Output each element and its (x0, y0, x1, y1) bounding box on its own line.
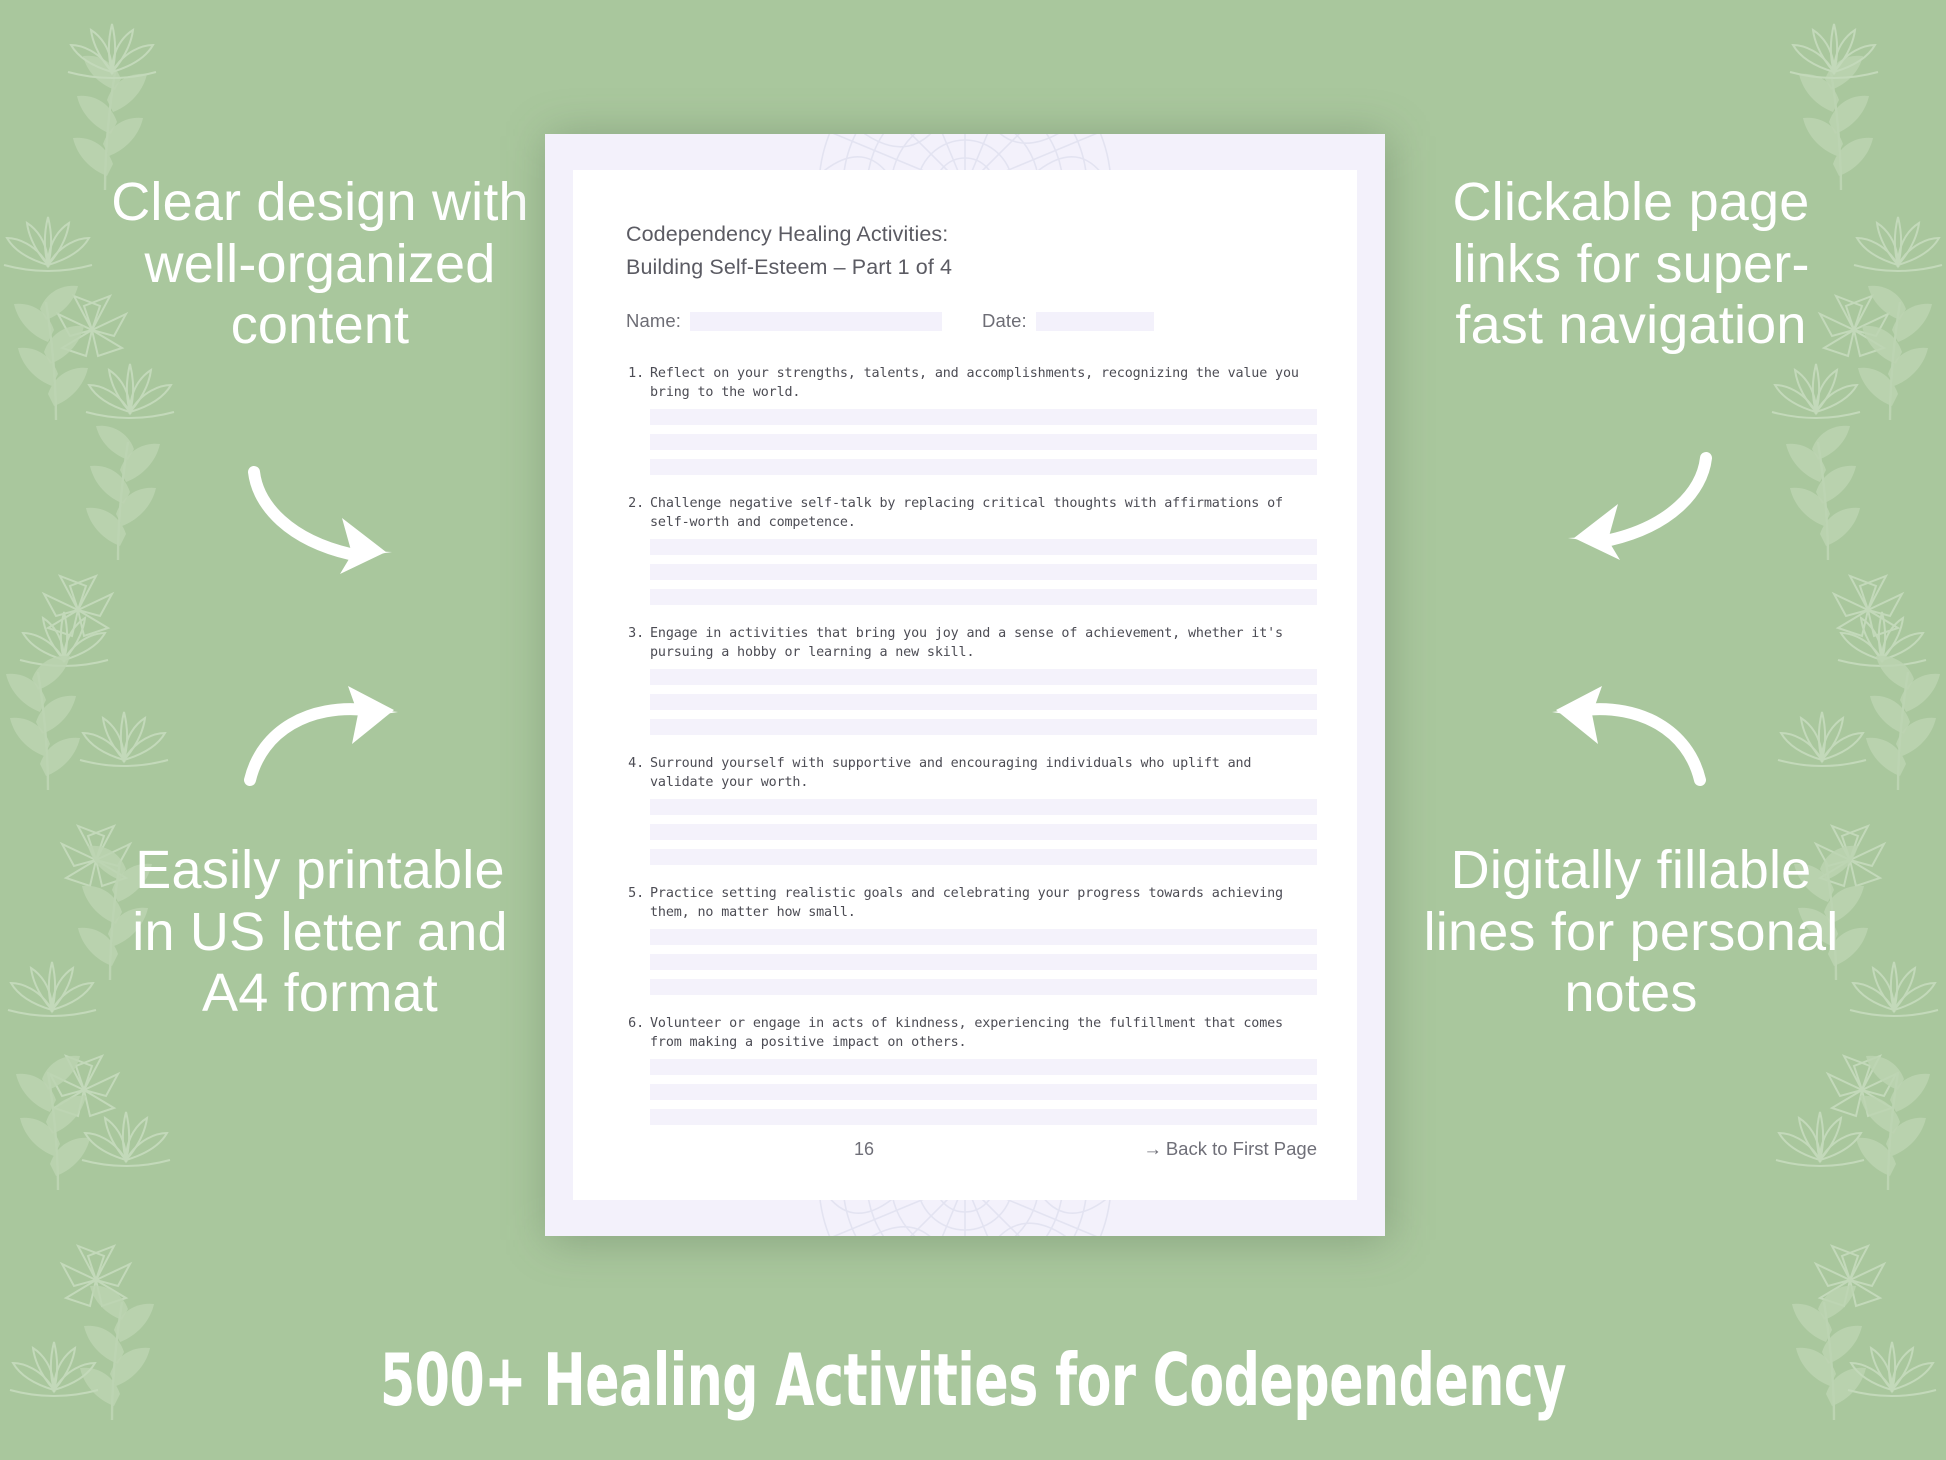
curved-arrow-up-left-icon (1552, 686, 1706, 786)
back-to-first-page-link[interactable]: → Back to First Page (1143, 1138, 1317, 1160)
activity-number: 2. (628, 496, 644, 512)
fillable-line[interactable] (650, 979, 1317, 996)
activity-item: 3. Engage in activities that bring you jo… (626, 625, 1317, 736)
activity-prompt: 2. Challenge negative self-talk by replac… (626, 495, 1317, 532)
fillable-line[interactable] (650, 539, 1317, 556)
activity-item: 2. Challenge negative self-talk by replac… (626, 495, 1317, 606)
page-number: 16 (854, 1138, 875, 1159)
curved-arrow-down-right-icon (248, 466, 392, 574)
name-input[interactable] (690, 311, 942, 331)
worksheet-title-line-1: Codependency Healing Activities: (626, 222, 949, 246)
caption-easily-printable: Easily printable in US letter and A4 for… (132, 840, 508, 1024)
activity-number: 1. (628, 366, 644, 382)
activity-item: 1. Reflect on your strengths, talents, an… (626, 365, 1317, 476)
name-label: Name: (626, 310, 681, 332)
activity-number: 6. (628, 1016, 644, 1032)
fillable-line[interactable] (650, 1084, 1317, 1101)
promo-banner-title: 500+ Healing Activities for Codependency (379, 1338, 1567, 1422)
activity-text: Volunteer or engage in acts of kindness,… (650, 1016, 1283, 1050)
fillable-lines-group (650, 1059, 1317, 1126)
activity-number: 4. (628, 756, 644, 772)
activity-prompt: 5. Practice setting realistic goals and c… (626, 885, 1317, 922)
fillable-line[interactable] (650, 669, 1317, 686)
activity-text: Challenge negative self-talk by replacin… (650, 496, 1283, 530)
activity-item: 5. Practice setting realistic goals and c… (626, 885, 1317, 996)
activity-prompt: 4. Surround yourself with supportive and … (626, 755, 1317, 792)
date-input[interactable] (1035, 311, 1154, 331)
activity-prompt: 6. Volunteer or engage in acts of kindnes… (626, 1015, 1317, 1052)
activity-list: 1. Reflect on your strengths, talents, an… (626, 365, 1317, 1126)
activity-item: 6. Volunteer or engage in acts of kindnes… (626, 1015, 1317, 1126)
worksheet-footer: 16 → Back to First Page (626, 1138, 1317, 1160)
activity-text: Surround yourself with supportive and en… (650, 756, 1252, 790)
activity-item: 4. Surround yourself with supportive and … (626, 755, 1317, 866)
activity-text: Practice setting realistic goals and cel… (650, 886, 1283, 920)
fillable-line[interactable] (650, 434, 1317, 451)
worksheet-page: Codependency Healing Activities: Buildin… (573, 170, 1357, 1200)
activity-prompt: 1. Reflect on your strengths, talents, an… (626, 365, 1317, 402)
activity-number: 3. (628, 626, 644, 642)
fillable-lines-group (650, 669, 1317, 736)
fillable-line[interactable] (650, 694, 1317, 711)
fillable-line[interactable] (650, 849, 1317, 866)
curved-arrow-down-left-icon (1568, 452, 1712, 560)
fillable-lines-group (650, 539, 1317, 606)
fillable-line[interactable] (650, 799, 1317, 816)
activity-number: 5. (628, 886, 644, 902)
document-preview[interactable]: Codependency Healing Activities: Buildin… (545, 134, 1385, 1236)
date-label: Date: (982, 310, 1027, 332)
curved-arrow-up-right-icon (244, 686, 398, 786)
worksheet-title: Codependency Healing Activities: Buildin… (626, 218, 1317, 283)
name-date-row: Name: Date: (626, 310, 1317, 332)
fillable-line[interactable] (650, 1059, 1317, 1076)
fillable-line[interactable] (650, 1109, 1317, 1126)
fillable-line[interactable] (650, 824, 1317, 841)
arrow-right-icon: → (1143, 1138, 1162, 1159)
fillable-line[interactable] (650, 719, 1317, 736)
fillable-lines-group (650, 409, 1317, 476)
back-to-first-page-label: Back to First Page (1165, 1138, 1317, 1159)
fillable-line[interactable] (650, 954, 1317, 971)
fillable-line[interactable] (650, 459, 1317, 476)
caption-digitally-fillable: Digitally fillable lines for personal no… (1423, 840, 1839, 1024)
worksheet-title-line-2: Building Self-Esteem – Part 1 of 4 (626, 254, 953, 279)
fillable-lines-group (650, 929, 1317, 996)
fillable-line[interactable] (650, 409, 1317, 426)
fillable-lines-group (650, 799, 1317, 866)
activity-text: Reflect on your strengths, talents, and … (650, 366, 1299, 400)
caption-clickable-page-links: Clickable page links for super-fast navi… (1452, 172, 1810, 356)
caption-clear-design: Clear design with well-organized content (111, 172, 529, 356)
fillable-line[interactable] (650, 564, 1317, 581)
fillable-line[interactable] (650, 589, 1317, 606)
activity-prompt: 3. Engage in activities that bring you jo… (626, 625, 1317, 662)
fillable-line[interactable] (650, 929, 1317, 946)
activity-text: Engage in activities that bring you joy … (650, 626, 1283, 660)
